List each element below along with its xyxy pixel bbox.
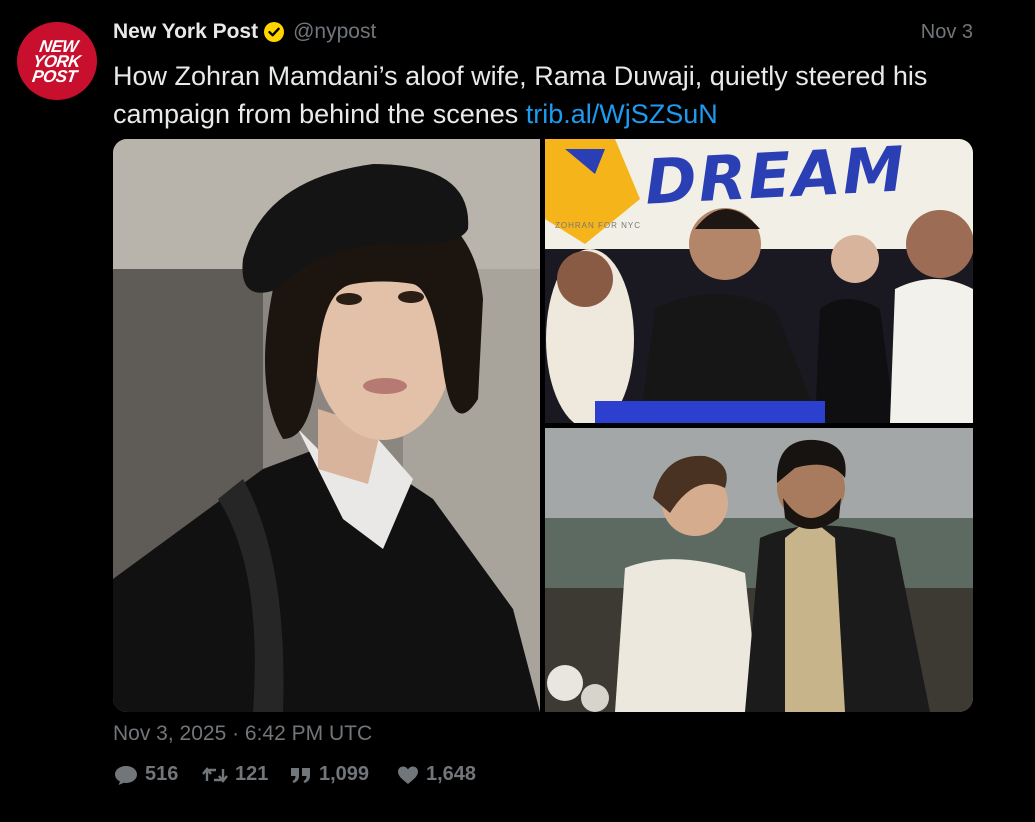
like-count: 1,648: [426, 763, 477, 785]
tweet-text: How Zohran Mamdani’s aloof wife, Rama Du…: [113, 57, 993, 133]
quote-count: 1,099: [319, 763, 370, 785]
reply-count: 516: [145, 763, 179, 785]
tweet-header: New York Post @nypost Nov 3: [113, 18, 973, 46]
avatar[interactable]: NEW YORK POST: [17, 22, 97, 100]
retweet-count: 121: [235, 763, 269, 785]
banner-text: DREAM: [643, 139, 908, 219]
nypost-logo: NEW YORK POST: [31, 36, 82, 86]
media-grid: DREAM ZOHRAN FOR NYC: [113, 139, 973, 712]
quote-icon: [291, 767, 310, 783]
post-date[interactable]: Nov 3: [921, 21, 973, 44]
couple-illustration: [545, 428, 973, 712]
retweet-icon: [202, 766, 228, 783]
verified-badge-icon: [263, 21, 285, 43]
media-photo-portrait[interactable]: [113, 139, 540, 712]
tweet-body: How Zohran Mamdani’s aloof wife, Rama Du…: [113, 61, 928, 129]
retweet-button[interactable]: 121: [201, 763, 289, 786]
like-button[interactable]: 1,648: [396, 763, 486, 786]
author-name[interactable]: New York Post: [113, 20, 258, 44]
portrait-illustration: [113, 139, 540, 712]
tweet-link[interactable]: trib.al/WjSZSuN: [526, 99, 718, 129]
reply-button[interactable]: 516: [113, 763, 201, 786]
banner-subtext: ZOHRAN FOR NYC: [555, 221, 641, 230]
media-photo-stage[interactable]: DREAM ZOHRAN FOR NYC: [545, 139, 973, 423]
heart-icon: [398, 766, 418, 784]
author-handle[interactable]: @nypost: [293, 20, 376, 44]
media-photo-couple[interactable]: [545, 428, 973, 712]
reply-icon: [115, 765, 137, 785]
action-bar: 516 121 1,099 1,648: [113, 763, 486, 786]
quote-button[interactable]: 1,099: [289, 763, 396, 786]
tweet-timestamp[interactable]: Nov 3, 2025 · 6:42 PM UTC: [113, 722, 372, 746]
